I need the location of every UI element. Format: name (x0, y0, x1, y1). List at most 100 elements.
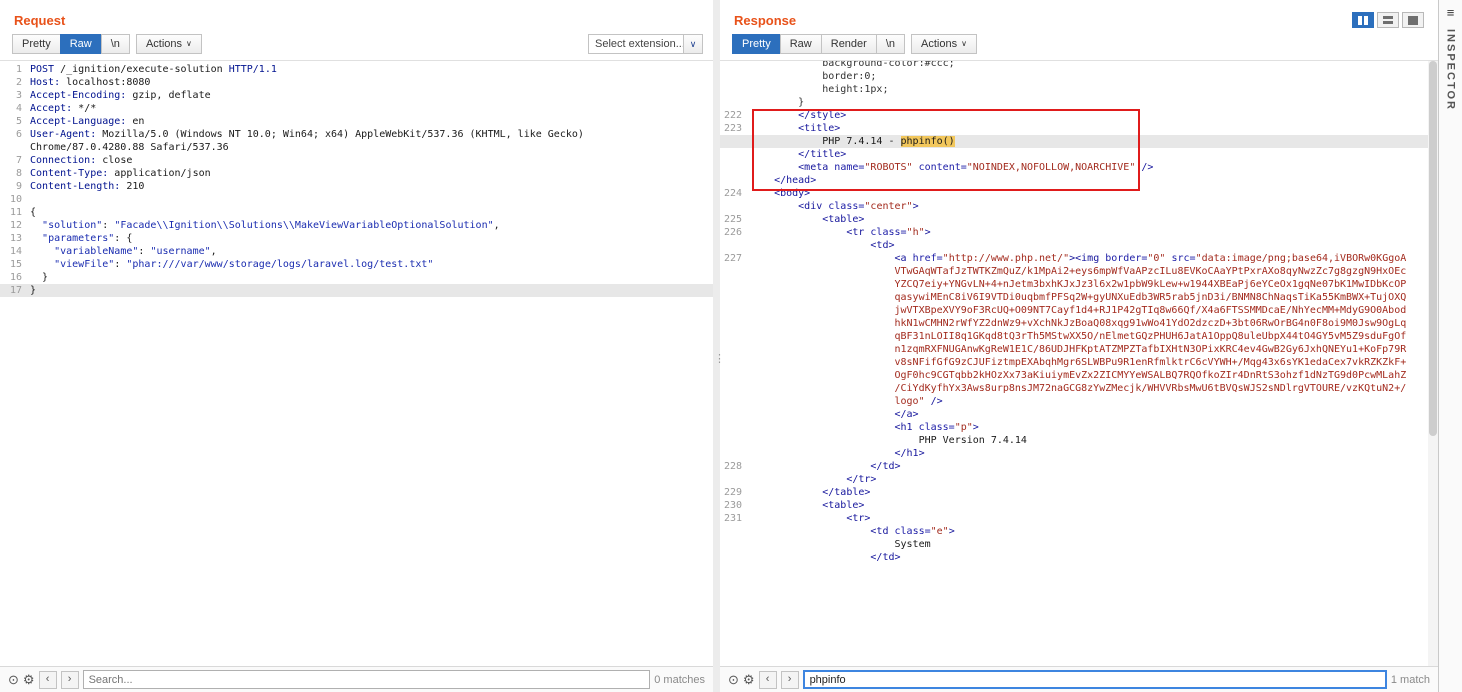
request-search-input[interactable] (83, 670, 651, 689)
target-icon[interactable]: ⊙ (728, 673, 739, 686)
code-line: logo" /> (720, 395, 1438, 408)
code-line: <h1 class="p"> (720, 421, 1438, 434)
prev-match-button[interactable]: ‹ (39, 671, 57, 689)
tab-raw[interactable]: Raw (60, 34, 102, 54)
code-line: System (720, 538, 1438, 551)
gear-icon[interactable]: ⚙ (743, 673, 755, 686)
tab-newline[interactable]: \n (876, 34, 905, 54)
actions-button[interactable]: Actions ∨ (136, 34, 202, 54)
panel-divider[interactable]: ⋮ (713, 0, 720, 692)
line-number (0, 141, 30, 154)
tab-pretty[interactable]: Pretty (12, 34, 61, 54)
code-line: qasywiMEnC8iV6I9VTDi0uqbmfPFSq2W+gyUNXuE… (720, 291, 1438, 304)
tab-raw[interactable]: Raw (780, 34, 822, 54)
line-number: 15 (0, 258, 30, 271)
layout-rows-button[interactable] (1377, 12, 1399, 28)
layout-single-button[interactable] (1402, 12, 1424, 28)
gear-icon[interactable]: ⚙ (23, 673, 35, 686)
code-line: 8Content-Type: application/json (0, 167, 713, 180)
response-editor[interactable]: background-color:#ccc; border:0; height:… (720, 60, 1438, 666)
tab-render[interactable]: Render (821, 34, 877, 54)
menu-icon[interactable]: ≡ (1447, 6, 1455, 19)
code-line: 13 "parameters": { (0, 232, 713, 245)
tab-pretty-label: Pretty (22, 38, 51, 50)
scrollbar-thumb[interactable] (1429, 61, 1437, 436)
line-number: 225 (720, 213, 750, 226)
code-line: } (720, 96, 1438, 109)
code-line: jwVTXBpeXVY9oF3RcUQ+O09NT7Cayf1d4+RJ1P42… (720, 304, 1438, 317)
request-editor[interactable]: 1POST /_ignition/execute-solution HTTP/1… (0, 60, 713, 666)
code-line: v8sNFifGfG9zCJUFiztmpEXAbqhMgr6SLWBPu9R1… (720, 356, 1438, 369)
prev-match-button[interactable]: ‹ (759, 671, 777, 689)
line-number (720, 356, 750, 369)
line-number: 224 (720, 187, 750, 200)
tab-pretty-label: Pretty (742, 38, 771, 50)
line-number: 7 (0, 154, 30, 167)
code-line: Chrome/87.0.4280.88 Safari/537.36 (0, 141, 713, 154)
code-line: 227 <a href="http://www.php.net/"><img b… (720, 252, 1438, 265)
single-pane-icon (1408, 16, 1418, 25)
code-line: 224 <body> (720, 187, 1438, 200)
response-scrollbar[interactable] (1428, 61, 1438, 666)
chevron-down-icon[interactable]: ∨ (683, 34, 703, 54)
request-view-tabs: Pretty Raw \n (12, 34, 130, 54)
response-code: background-color:#ccc; border:0; height:… (720, 60, 1438, 666)
layout-columns-button[interactable] (1352, 12, 1374, 28)
response-tabs: Pretty Raw Render \n Actions ∨ (720, 32, 1438, 60)
code-line: 15 "viewFile": "phar:///var/www/storage/… (0, 258, 713, 271)
code-line: 6User-Agent: Mozilla/5.0 (Windows NT 10.… (0, 128, 713, 141)
extension-select[interactable]: Select extension... ∨ (588, 34, 703, 54)
line-number (720, 148, 750, 161)
line-number (720, 447, 750, 460)
columns-icon (1358, 16, 1368, 25)
line-number: 1 (0, 63, 30, 76)
response-panel: Response Pretty Raw Render \n Actions ∨ (720, 0, 1438, 692)
response-search-bar: ⊙ ⚙ ‹ › 1 match (720, 666, 1438, 692)
line-number: 5 (0, 115, 30, 128)
code-line: 7Connection: close (0, 154, 713, 167)
next-match-button[interactable]: › (781, 671, 799, 689)
tab-newline[interactable]: \n (101, 34, 130, 54)
line-number: 3 (0, 89, 30, 102)
code-line: <td class="e"> (720, 525, 1438, 538)
code-line: </h1> (720, 447, 1438, 460)
next-match-button[interactable]: › (61, 671, 79, 689)
code-line: 11{ (0, 206, 713, 219)
line-number (720, 265, 750, 278)
line-number (720, 330, 750, 343)
line-number: 223 (720, 122, 750, 135)
request-tabs: Pretty Raw \n Actions ∨ Select extension… (0, 32, 713, 60)
request-match-count: 0 matches (654, 674, 705, 686)
target-icon[interactable]: ⊙ (8, 673, 19, 686)
code-line: 228 </td> (720, 460, 1438, 473)
layout-toggle-group (1352, 12, 1424, 28)
code-line: hkN1wCMHN2rWfYZ2dnWz9+vXchNkJzBoaQ08xqg9… (720, 317, 1438, 330)
code-line: border:0; (720, 70, 1438, 83)
rows-icon (1383, 16, 1393, 24)
line-number: 222 (720, 109, 750, 122)
line-number (720, 421, 750, 434)
line-number (720, 174, 750, 187)
line-number: 9 (0, 180, 30, 193)
tab-pretty[interactable]: Pretty (732, 34, 781, 54)
code-line: 229 </table> (720, 486, 1438, 499)
line-number (720, 525, 750, 538)
code-line: OgF0hc9CGTqbb2kHOzXx73aKiuiymEvZx2ZICMYY… (720, 369, 1438, 382)
request-code: 1POST /_ignition/execute-solution HTTP/1… (0, 61, 713, 666)
line-number: 14 (0, 245, 30, 258)
code-line: height:1px; (720, 83, 1438, 96)
inspector-panel[interactable]: ≡ INSPECTOR (1438, 0, 1462, 692)
code-line: 222 </style> (720, 109, 1438, 122)
code-line: 223 <title> (720, 122, 1438, 135)
code-line: 12 "solution": "Facade\\Ignition\\Soluti… (0, 219, 713, 232)
code-line: <td> (720, 239, 1438, 252)
actions-button[interactable]: Actions ∨ (911, 34, 977, 54)
line-number: 10 (0, 193, 30, 206)
actions-button-label: Actions (146, 38, 182, 50)
response-search-input[interactable] (803, 670, 1387, 689)
code-line: 230 <table> (720, 499, 1438, 512)
code-line: </tr> (720, 473, 1438, 486)
line-number: 6 (0, 128, 30, 141)
line-number: 17 (0, 284, 30, 297)
line-number: 13 (0, 232, 30, 245)
